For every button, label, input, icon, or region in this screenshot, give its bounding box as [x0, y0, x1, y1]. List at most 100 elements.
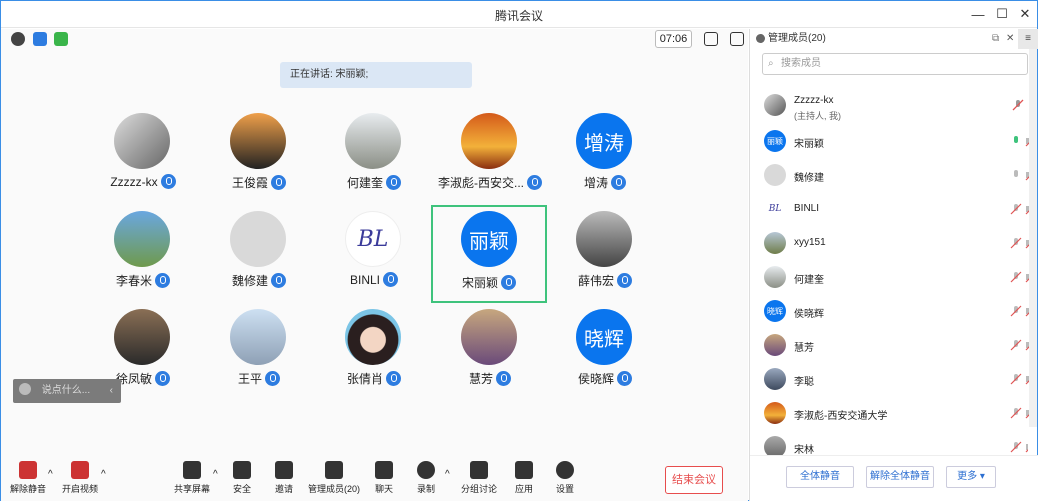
participant-name: 徐凤敏 — [115, 372, 152, 386]
member-row[interactable]: 晓辉 侯晓辉 — [750, 295, 1037, 329]
more-button[interactable]: 更多 ▾ — [946, 466, 996, 488]
avatar-photo — [230, 309, 286, 365]
close-panel-icon[interactable]: ✕ — [1006, 29, 1014, 49]
avatar-text: 丽颖 — [461, 211, 517, 267]
mic-muted-icon[interactable] — [1010, 305, 1022, 317]
meeting-topbar: 07:06 — [1, 29, 748, 49]
menu-icon[interactable]: ≡ — [1018, 29, 1038, 49]
audio-options-chevron-icon[interactable]: ^ — [48, 469, 53, 480]
meeting-area: 07:06 正在讲话: 宋丽颖; Zzzzz-kx 王俊霞 何建奎 李淑彪-西安… — [1, 29, 748, 501]
mic-icon — [386, 175, 401, 190]
maximize-button[interactable]: ☐ — [991, 4, 1013, 24]
member-row[interactable]: 李聪 — [750, 363, 1037, 397]
mic-muted-icon[interactable] — [1010, 271, 1022, 283]
layout-icon[interactable] — [730, 32, 744, 46]
breakout-button[interactable]: 分组讨论 — [459, 461, 499, 495]
mic-muted-icon[interactable] — [1010, 339, 1022, 351]
mic-muted-icon[interactable] — [1010, 237, 1022, 249]
mic-icon — [160, 174, 176, 189]
mic-icon — [265, 371, 280, 386]
invite-button[interactable]: 邀请 — [269, 461, 299, 495]
camera-off-icon[interactable] — [1025, 441, 1028, 453]
end-meeting-button[interactable]: 结束会议 — [665, 466, 723, 494]
apps-button[interactable]: 应用 — [509, 461, 539, 495]
unmute-button[interactable]: 解除静音 — [9, 461, 47, 495]
member-search-input[interactable]: ⌕ 搜索成员 — [762, 53, 1028, 75]
video-tile[interactable]: 李淑彪-西安交... — [433, 109, 547, 199]
unmute-all-button[interactable]: 解除全体静音 — [866, 466, 934, 488]
share-screen-button[interactable]: 共享屏幕 — [172, 461, 212, 495]
member-name: 李聪 — [794, 377, 814, 388]
camera-off-icon — [71, 461, 89, 479]
title-bar: 腾讯会议 — ☐ ✕ — [1, 1, 1037, 28]
mic-muted-icon[interactable] — [1010, 203, 1022, 215]
mic-icon — [271, 175, 286, 190]
chat-input[interactable]: 说点什么... ‹ — [13, 379, 121, 403]
mic-icon[interactable] — [1010, 169, 1022, 181]
video-tile[interactable]: 张倩肖 — [317, 305, 431, 395]
mute-all-button[interactable]: 全体静音 — [786, 466, 854, 488]
members-scrollbar[interactable] — [1029, 49, 1037, 427]
start-video-button[interactable]: 开启视频 — [59, 461, 101, 495]
video-tile[interactable]: 慧芳 — [433, 305, 547, 395]
emoji-icon[interactable] — [19, 383, 31, 395]
member-row[interactable]: Zzzzz-kx (主持人, 我) — [750, 89, 1028, 123]
video-tile[interactable]: 薛伟宏 — [548, 207, 662, 297]
mic-muted-icon[interactable] — [1010, 441, 1022, 453]
member-row[interactable]: 丽颖 宋丽颖 — [750, 125, 1037, 159]
member-name: 侯晓辉 — [794, 309, 824, 320]
member-row[interactable]: 慧芳 — [750, 329, 1037, 363]
signal-icon[interactable] — [54, 32, 68, 46]
video-tile[interactable]: 增涛 增涛 — [548, 109, 662, 199]
member-row[interactable]: 魏修建 — [750, 159, 1037, 193]
add-user-icon — [275, 461, 293, 479]
mic-speaking-icon[interactable] — [1010, 135, 1022, 147]
record-options-chevron-icon[interactable]: ^ — [445, 469, 450, 480]
shield-icon[interactable] — [33, 32, 47, 46]
member-row[interactable]: 李淑彪-西安交通大学 — [750, 397, 1037, 431]
video-tile[interactable]: Zzzzz-kx — [86, 109, 200, 199]
security-button[interactable]: 安全 — [227, 461, 257, 495]
video-tile[interactable]: 何建奎 — [317, 109, 431, 199]
video-tile[interactable]: 王俊霞 — [202, 109, 316, 199]
avatar — [764, 94, 786, 116]
video-tile-active-speaker[interactable]: 丽颖 宋丽颖 — [431, 205, 547, 303]
chat-button[interactable]: 聊天 — [369, 461, 399, 495]
member-row[interactable]: 何建奎 — [750, 261, 1037, 295]
participant-name: 王平 — [237, 372, 262, 386]
share-options-chevron-icon[interactable]: ^ — [213, 469, 218, 480]
avatar-photo — [576, 211, 632, 267]
info-icon[interactable] — [11, 32, 25, 46]
participant-name: 李春米 — [115, 274, 152, 288]
video-options-chevron-icon[interactable]: ^ — [101, 469, 106, 480]
video-tile[interactable]: 王平 — [202, 305, 316, 395]
video-tile[interactable]: 晓辉 侯晓辉 — [548, 305, 662, 395]
mic-muted-icon[interactable] — [1010, 373, 1022, 385]
record-icon — [417, 461, 435, 479]
fullscreen-icon[interactable] — [704, 32, 718, 46]
member-row[interactable]: BL BINLI — [750, 193, 1037, 227]
meeting-timer: 07:06 — [655, 30, 692, 48]
close-button[interactable]: ✕ — [1014, 4, 1036, 24]
manage-members-button[interactable]: 管理成员(20) — [305, 461, 363, 495]
video-tile[interactable]: BL BINLI — [317, 207, 431, 297]
minimize-button[interactable]: — — [967, 4, 989, 24]
popout-icon[interactable]: ⧉ — [992, 29, 999, 49]
chat-placeholder: 说点什么... — [41, 385, 91, 396]
record-button[interactable]: 录制 — [411, 461, 441, 495]
video-tile[interactable]: 魏修建 — [202, 207, 316, 297]
members-panel: 管理成员(20) ⧉ ✕ ≡ ⌕ 搜索成员 Zzzzz-kx (主持人, 我) … — [749, 29, 1038, 501]
apps-icon — [515, 461, 533, 479]
member-row[interactable]: xyy151 — [750, 227, 1037, 261]
mic-muted-icon[interactable] — [1012, 99, 1024, 111]
member-row[interactable]: 宋林 — [750, 431, 1028, 455]
mic-muted-icon[interactable] — [1010, 407, 1022, 419]
participant-name: 增涛 — [583, 176, 608, 190]
participant-name: 何建奎 — [346, 176, 383, 190]
settings-button[interactable]: 设置 — [550, 461, 580, 495]
member-name: Zzzzz-kx — [794, 95, 834, 106]
collapse-chevron-icon[interactable]: ‹ — [110, 379, 113, 403]
default-person-icon — [230, 211, 286, 267]
video-tile[interactable]: 李春米 — [86, 207, 200, 297]
avatar — [764, 232, 786, 254]
